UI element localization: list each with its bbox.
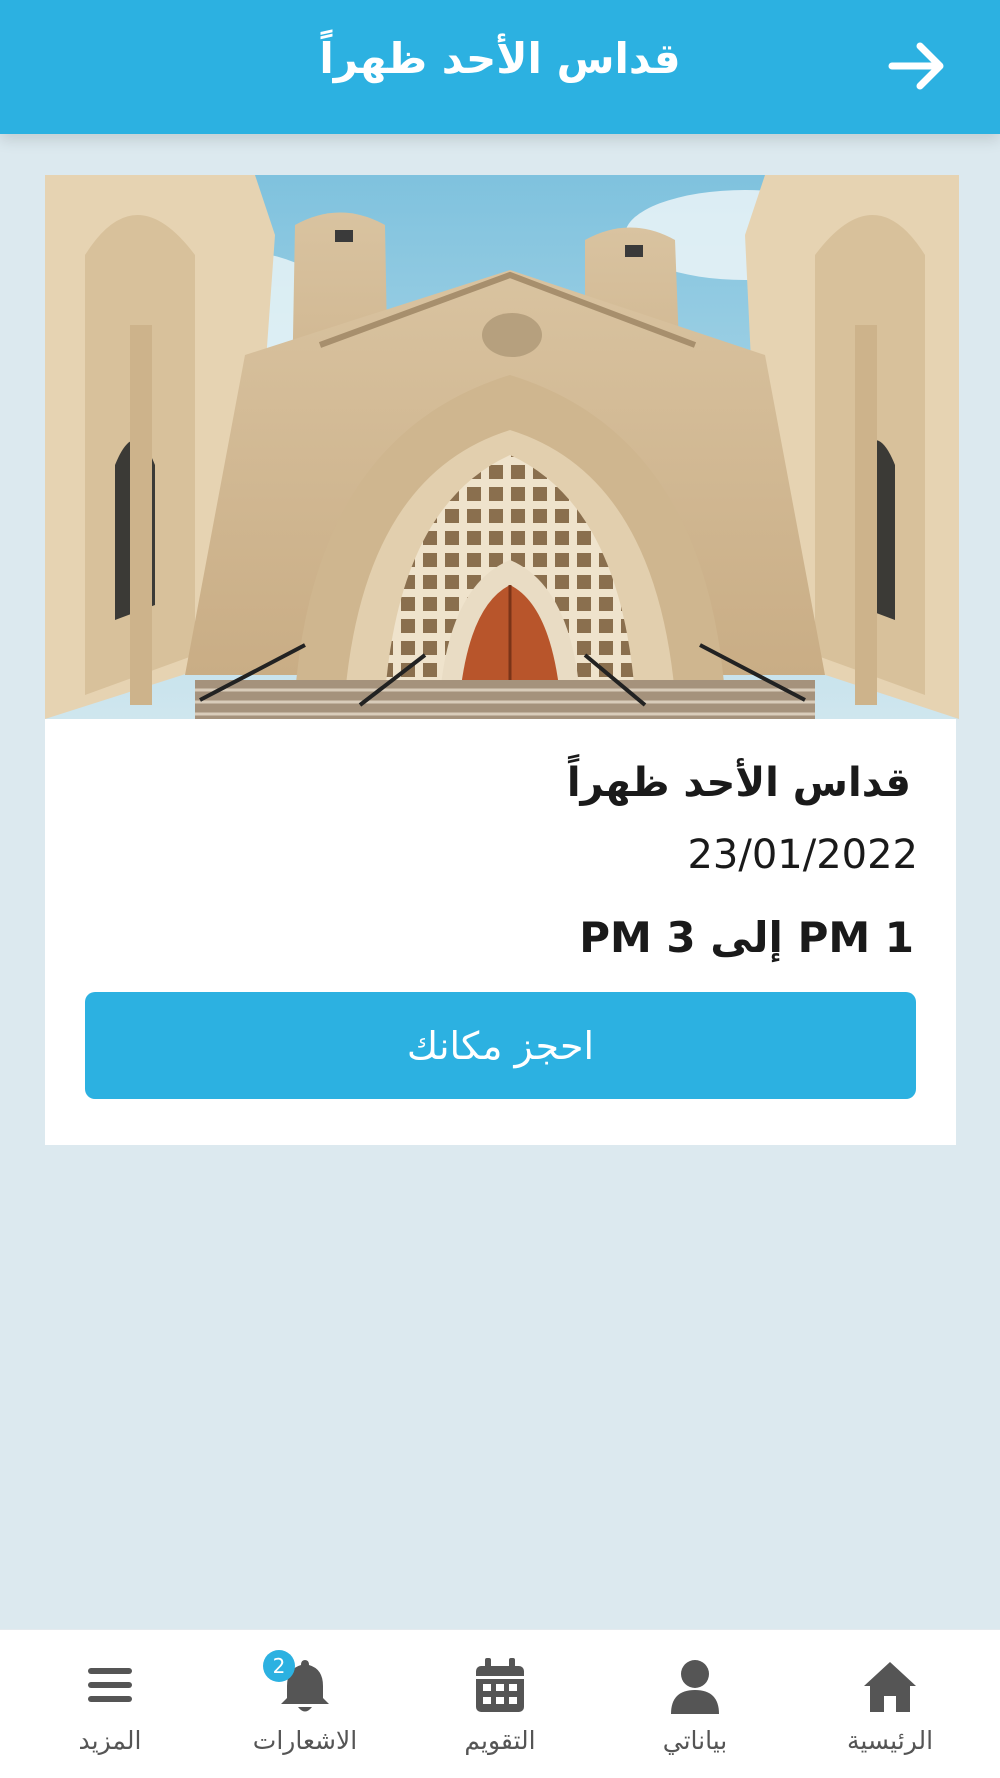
tab-profile-label: بياناتي [662, 1726, 728, 1755]
home-icon [864, 1662, 916, 1712]
tab-more-label: المزيد [78, 1726, 142, 1755]
tab-calendar[interactable]: التقويم [400, 1630, 600, 1778]
tab-more[interactable]: المزيد [10, 1630, 210, 1778]
menu-icon [88, 1668, 132, 1702]
user-icon [671, 1660, 719, 1714]
notification-badge: 2 [263, 1650, 295, 1682]
tab-notifications-label: الاشعارات [252, 1726, 358, 1755]
tab-home[interactable]: الرئيسية [790, 1630, 990, 1778]
tab-notifications[interactable]: 2 الاشعارات [205, 1630, 405, 1778]
back-button[interactable] [886, 36, 950, 96]
tab-calendar-label: التقويم [464, 1726, 536, 1755]
page-title: قداس الأحد ظهراً [319, 34, 681, 83]
church-facade-photo [45, 175, 959, 719]
event-title: قداس الأحد ظهراً [566, 760, 911, 806]
event-card: قداس الأحد ظهراً 23/01/2022 1 PM إلى 3 P… [45, 175, 959, 1145]
tab-home-label: الرئيسية [846, 1726, 934, 1755]
book-seat-button[interactable]: احجز مكانك [85, 992, 916, 1099]
tab-profile[interactable]: بياناتي [595, 1630, 795, 1778]
bottom-tab-bar: الرئيسية بياناتي التقويم 2 الاشعارات الم… [0, 1629, 1000, 1778]
event-date: 23/01/2022 [687, 832, 918, 878]
calendar-icon [476, 1658, 524, 1712]
app-header: قداس الأحد ظهراً [0, 0, 1000, 134]
arrow-right-icon [888, 42, 944, 90]
event-time: 1 PM إلى 3 PM [579, 913, 914, 962]
